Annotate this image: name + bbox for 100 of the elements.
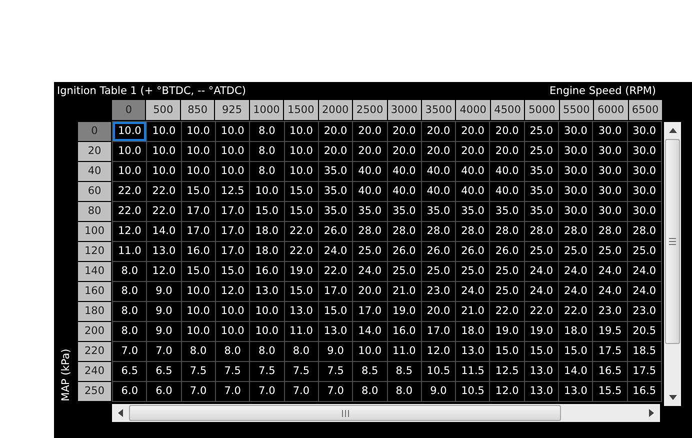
row-header[interactable]: 140	[78, 262, 111, 281]
table-cell[interactable]: 18.0	[559, 322, 592, 341]
table-cell[interactable]: 7.5	[318, 362, 352, 381]
table-cell[interactable]: 26.0	[388, 242, 421, 261]
table-cell[interactable]: 20.0	[422, 302, 456, 321]
table-cell[interactable]: 25.0	[456, 262, 490, 281]
table-cell[interactable]: 35.0	[388, 202, 421, 221]
table-cell[interactable]: 26.0	[456, 242, 490, 261]
table-cell[interactable]: 8.0	[284, 342, 318, 361]
column-header[interactable]: 6000	[594, 100, 628, 120]
table-cell[interactable]: 13.0	[524, 362, 558, 381]
table-cell[interactable]: 15.0	[284, 282, 318, 301]
table-cell[interactable]: 25.0	[559, 242, 592, 261]
table-cell[interactable]: 17.0	[216, 202, 250, 221]
table-cell[interactable]: 28.0	[422, 222, 456, 241]
table-cell[interactable]: 20.0	[388, 122, 421, 141]
table-cell[interactable]: 24.0	[456, 282, 490, 301]
table-cell[interactable]: 17.0	[216, 242, 250, 261]
table-cell[interactable]: 15.0	[216, 262, 250, 281]
table-cell[interactable]: 40.0	[422, 182, 456, 201]
table-cell[interactable]: 8.0	[353, 382, 386, 401]
row-header[interactable]: 160	[78, 282, 111, 301]
table-cell[interactable]: 12.0	[147, 262, 181, 281]
table-cell[interactable]: 26.0	[318, 222, 352, 241]
table-cell[interactable]: 10.0	[284, 142, 318, 161]
row-header[interactable]: 200	[78, 322, 111, 341]
table-cell[interactable]: 24.0	[593, 262, 627, 281]
column-header[interactable]: 6500	[628, 100, 662, 120]
table-cell[interactable]: 20.0	[490, 142, 524, 161]
table-cell[interactable]: 28.0	[593, 222, 627, 241]
table-cell[interactable]: 16.0	[182, 242, 215, 261]
table-cell[interactable]: 8.0	[182, 342, 215, 361]
table-cell[interactable]: 28.0	[490, 222, 524, 241]
row-header[interactable]: 100	[78, 222, 111, 241]
row-header[interactable]: 120	[78, 242, 111, 261]
table-cell[interactable]: 21.0	[388, 282, 421, 301]
table-cell[interactable]: 40.0	[422, 162, 456, 181]
row-header[interactable]: 60	[78, 182, 111, 201]
table-cell[interactable]: 24.0	[628, 282, 661, 301]
table-cell[interactable]: 35.0	[318, 162, 352, 181]
table-cell[interactable]: 20.0	[490, 122, 524, 141]
column-header[interactable]: 2000	[318, 100, 352, 120]
table-cell[interactable]: 22.0	[559, 302, 592, 321]
table-cell[interactable]: 16.5	[628, 382, 661, 401]
scroll-thumb[interactable]	[665, 139, 680, 344]
table-cell[interactable]: 9.0	[147, 282, 181, 301]
row-header[interactable]: 20	[78, 142, 111, 161]
scroll-thumb[interactable]	[129, 405, 561, 421]
table-cell[interactable]: 10.0	[182, 302, 215, 321]
table-cell[interactable]: 16.0	[388, 322, 421, 341]
table-cell[interactable]: 24.0	[559, 262, 592, 281]
table-cell[interactable]: 10.0	[147, 142, 181, 161]
table-cell[interactable]: 13.0	[524, 382, 558, 401]
table-cell[interactable]: 30.0	[559, 142, 592, 161]
table-cell[interactable]: 20.0	[353, 122, 386, 141]
table-cell[interactable]: 40.0	[353, 162, 386, 181]
table-cell[interactable]: 12.5	[490, 362, 524, 381]
table-cell[interactable]: 14.0	[559, 362, 592, 381]
table-cell[interactable]: 20.0	[456, 122, 490, 141]
table-cell[interactable]: 30.0	[593, 202, 627, 221]
table-cell[interactable]: 19.0	[284, 262, 318, 281]
table-cell[interactable]: 15.0	[182, 262, 215, 281]
row-header[interactable]: 240	[78, 362, 111, 381]
row-header[interactable]: 40	[78, 162, 111, 181]
table-cell[interactable]: 16.0	[250, 262, 284, 281]
table-cell[interactable]: 14.0	[353, 322, 386, 341]
table-cell[interactable]: 10.0	[216, 322, 250, 341]
table-cell[interactable]: 6.5	[113, 362, 146, 381]
table-cell[interactable]: 11.0	[284, 322, 318, 341]
table-cell[interactable]: 22.0	[284, 242, 318, 261]
table-cell[interactable]: 7.5	[216, 362, 250, 381]
table-cell[interactable]: 28.0	[628, 222, 661, 241]
table-cell[interactable]: 20.0	[353, 282, 386, 301]
table-cell[interactable]: 25.0	[353, 242, 386, 261]
table-cell[interactable]: 35.0	[490, 202, 524, 221]
table-cell[interactable]: 22.0	[147, 182, 181, 201]
table-cell[interactable]: 15.0	[318, 302, 352, 321]
table-cell[interactable]: 30.0	[559, 162, 592, 181]
table-cell[interactable]: 10.0	[182, 322, 215, 341]
table-cell[interactable]: 10.0	[250, 322, 284, 341]
table-cell[interactable]: 30.0	[628, 162, 661, 181]
table-cell[interactable]: 9.0	[147, 322, 181, 341]
table-cell[interactable]: 10.5	[422, 362, 456, 381]
table-cell[interactable]: 30.0	[593, 182, 627, 201]
table-cell[interactable]: 30.0	[593, 142, 627, 161]
table-cell[interactable]: 16.5	[593, 362, 627, 381]
table-cell[interactable]: 17.0	[318, 282, 352, 301]
table-cell[interactable]: 12.0	[422, 342, 456, 361]
column-header[interactable]: 5500	[560, 100, 594, 120]
table-cell[interactable]: 10.0	[182, 142, 215, 161]
column-header[interactable]: 2500	[353, 100, 386, 120]
table-cell[interactable]: 10.0	[113, 142, 146, 161]
table-cell[interactable]: 15.0	[284, 202, 318, 221]
table-cell[interactable]: 25.0	[524, 142, 558, 161]
table-cell[interactable]: 25.0	[593, 242, 627, 261]
row-header[interactable]: 250	[78, 382, 111, 401]
column-header[interactable]: 3500	[422, 100, 456, 120]
table-cell[interactable]: 9.0	[318, 342, 352, 361]
table-cell[interactable]: 18.0	[250, 242, 284, 261]
row-header[interactable]: 220	[78, 342, 111, 361]
